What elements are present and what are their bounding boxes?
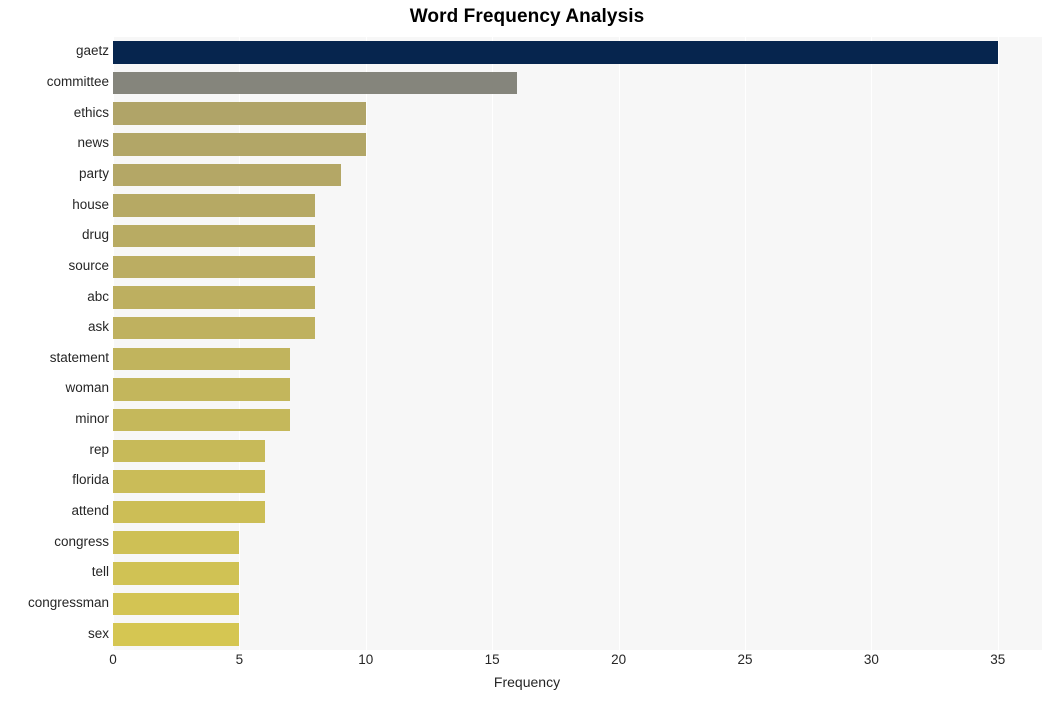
y-tick-label-minor: minor [75,411,109,427]
bar-row[interactable] [113,194,1042,217]
bar-row[interactable] [113,378,1042,401]
bar-row[interactable] [113,408,1042,432]
x-axis-title: Frequency [493,674,561,690]
plot-area [113,37,1042,650]
x-tick-label-25: 25 [737,652,753,667]
y-tick-label-tell: tell [91,564,109,580]
bar-row[interactable] [113,224,1042,248]
y-tick-label-drug: drug [81,227,109,243]
bar-row[interactable] [113,439,1042,463]
bar-minor[interactable] [113,408,290,432]
bar-sex[interactable] [113,623,240,646]
bar-ethics[interactable] [113,102,366,125]
bar-row[interactable] [113,41,1042,64]
y-tick-label-party: party [78,165,109,181]
bar-abc[interactable] [113,286,316,309]
x-tick-label-15: 15 [484,652,500,667]
bar-ask[interactable] [113,316,316,340]
bar-row[interactable] [113,71,1042,95]
bar-row[interactable] [113,623,1042,646]
bar-congress[interactable] [113,531,240,554]
bar-source[interactable] [113,255,316,279]
y-axis-tick-labels: gaetz committee ethics news party house drug so… [0,37,109,650]
bar-gaetz[interactable] [113,41,998,64]
y-tick-label-rep: rep [89,441,109,457]
y-tick-label-abc: abc [87,288,109,304]
y-tick-label-gaetz: gaetz [75,43,109,59]
bar-row[interactable] [113,470,1042,493]
x-tick-label-5: 5 [235,652,244,667]
x-axis-tick-labels: 0 5 10 15 20 25 30 35 [109,650,1042,674]
bar-row[interactable] [113,347,1042,371]
bar-row[interactable] [113,286,1042,309]
y-tick-label-source: source [68,257,109,273]
y-tick-label-house: house [72,196,109,212]
bar-row[interactable] [113,592,1042,616]
y-tick-label-congress: congress [54,533,109,549]
bar-news[interactable] [113,133,366,156]
bar-congressman[interactable] [113,592,240,616]
bar-row[interactable] [113,316,1042,340]
x-tick-label-30: 30 [863,652,879,667]
y-tick-label-attend: attend [71,503,109,519]
x-tick-label-10: 10 [358,652,374,667]
bar-row[interactable] [113,163,1042,187]
bar-row[interactable] [113,562,1042,585]
y-tick-label-ask: ask [87,319,109,335]
y-tick-label-statement: statement [49,349,109,365]
bar-woman[interactable] [113,378,290,401]
bar-series [113,37,1042,650]
bar-committee[interactable] [113,71,518,95]
x-tick-label-35: 35 [990,652,1006,667]
y-tick-label-florida: florida [72,472,109,488]
bar-drug[interactable] [113,224,316,248]
y-tick-label-ethics: ethics [73,104,109,120]
bar-row[interactable] [113,531,1042,554]
bar-row[interactable] [113,102,1042,125]
bar-statement[interactable] [113,347,290,371]
y-tick-label-sex: sex [87,625,109,641]
y-tick-label-committee: committee [46,73,109,89]
word-frequency-chart: Word Frequency Analysis gaetz committee et… [0,0,1054,701]
bar-row[interactable] [113,133,1042,156]
x-tick-label-0: 0 [109,652,117,667]
bar-rep[interactable] [113,439,265,463]
y-tick-label-woman: woman [65,380,109,396]
bar-florida[interactable] [113,470,265,493]
x-tick-label-20: 20 [611,652,627,667]
bar-house[interactable] [113,194,316,217]
bar-row[interactable] [113,500,1042,524]
chart-title: Word Frequency Analysis [409,6,645,27]
bar-attend[interactable] [113,500,265,524]
y-tick-label-congressman: congressman [27,595,109,611]
y-tick-label-news: news [77,135,109,151]
bar-row[interactable] [113,255,1042,279]
bar-party[interactable] [113,163,341,187]
bar-tell[interactable] [113,562,240,585]
